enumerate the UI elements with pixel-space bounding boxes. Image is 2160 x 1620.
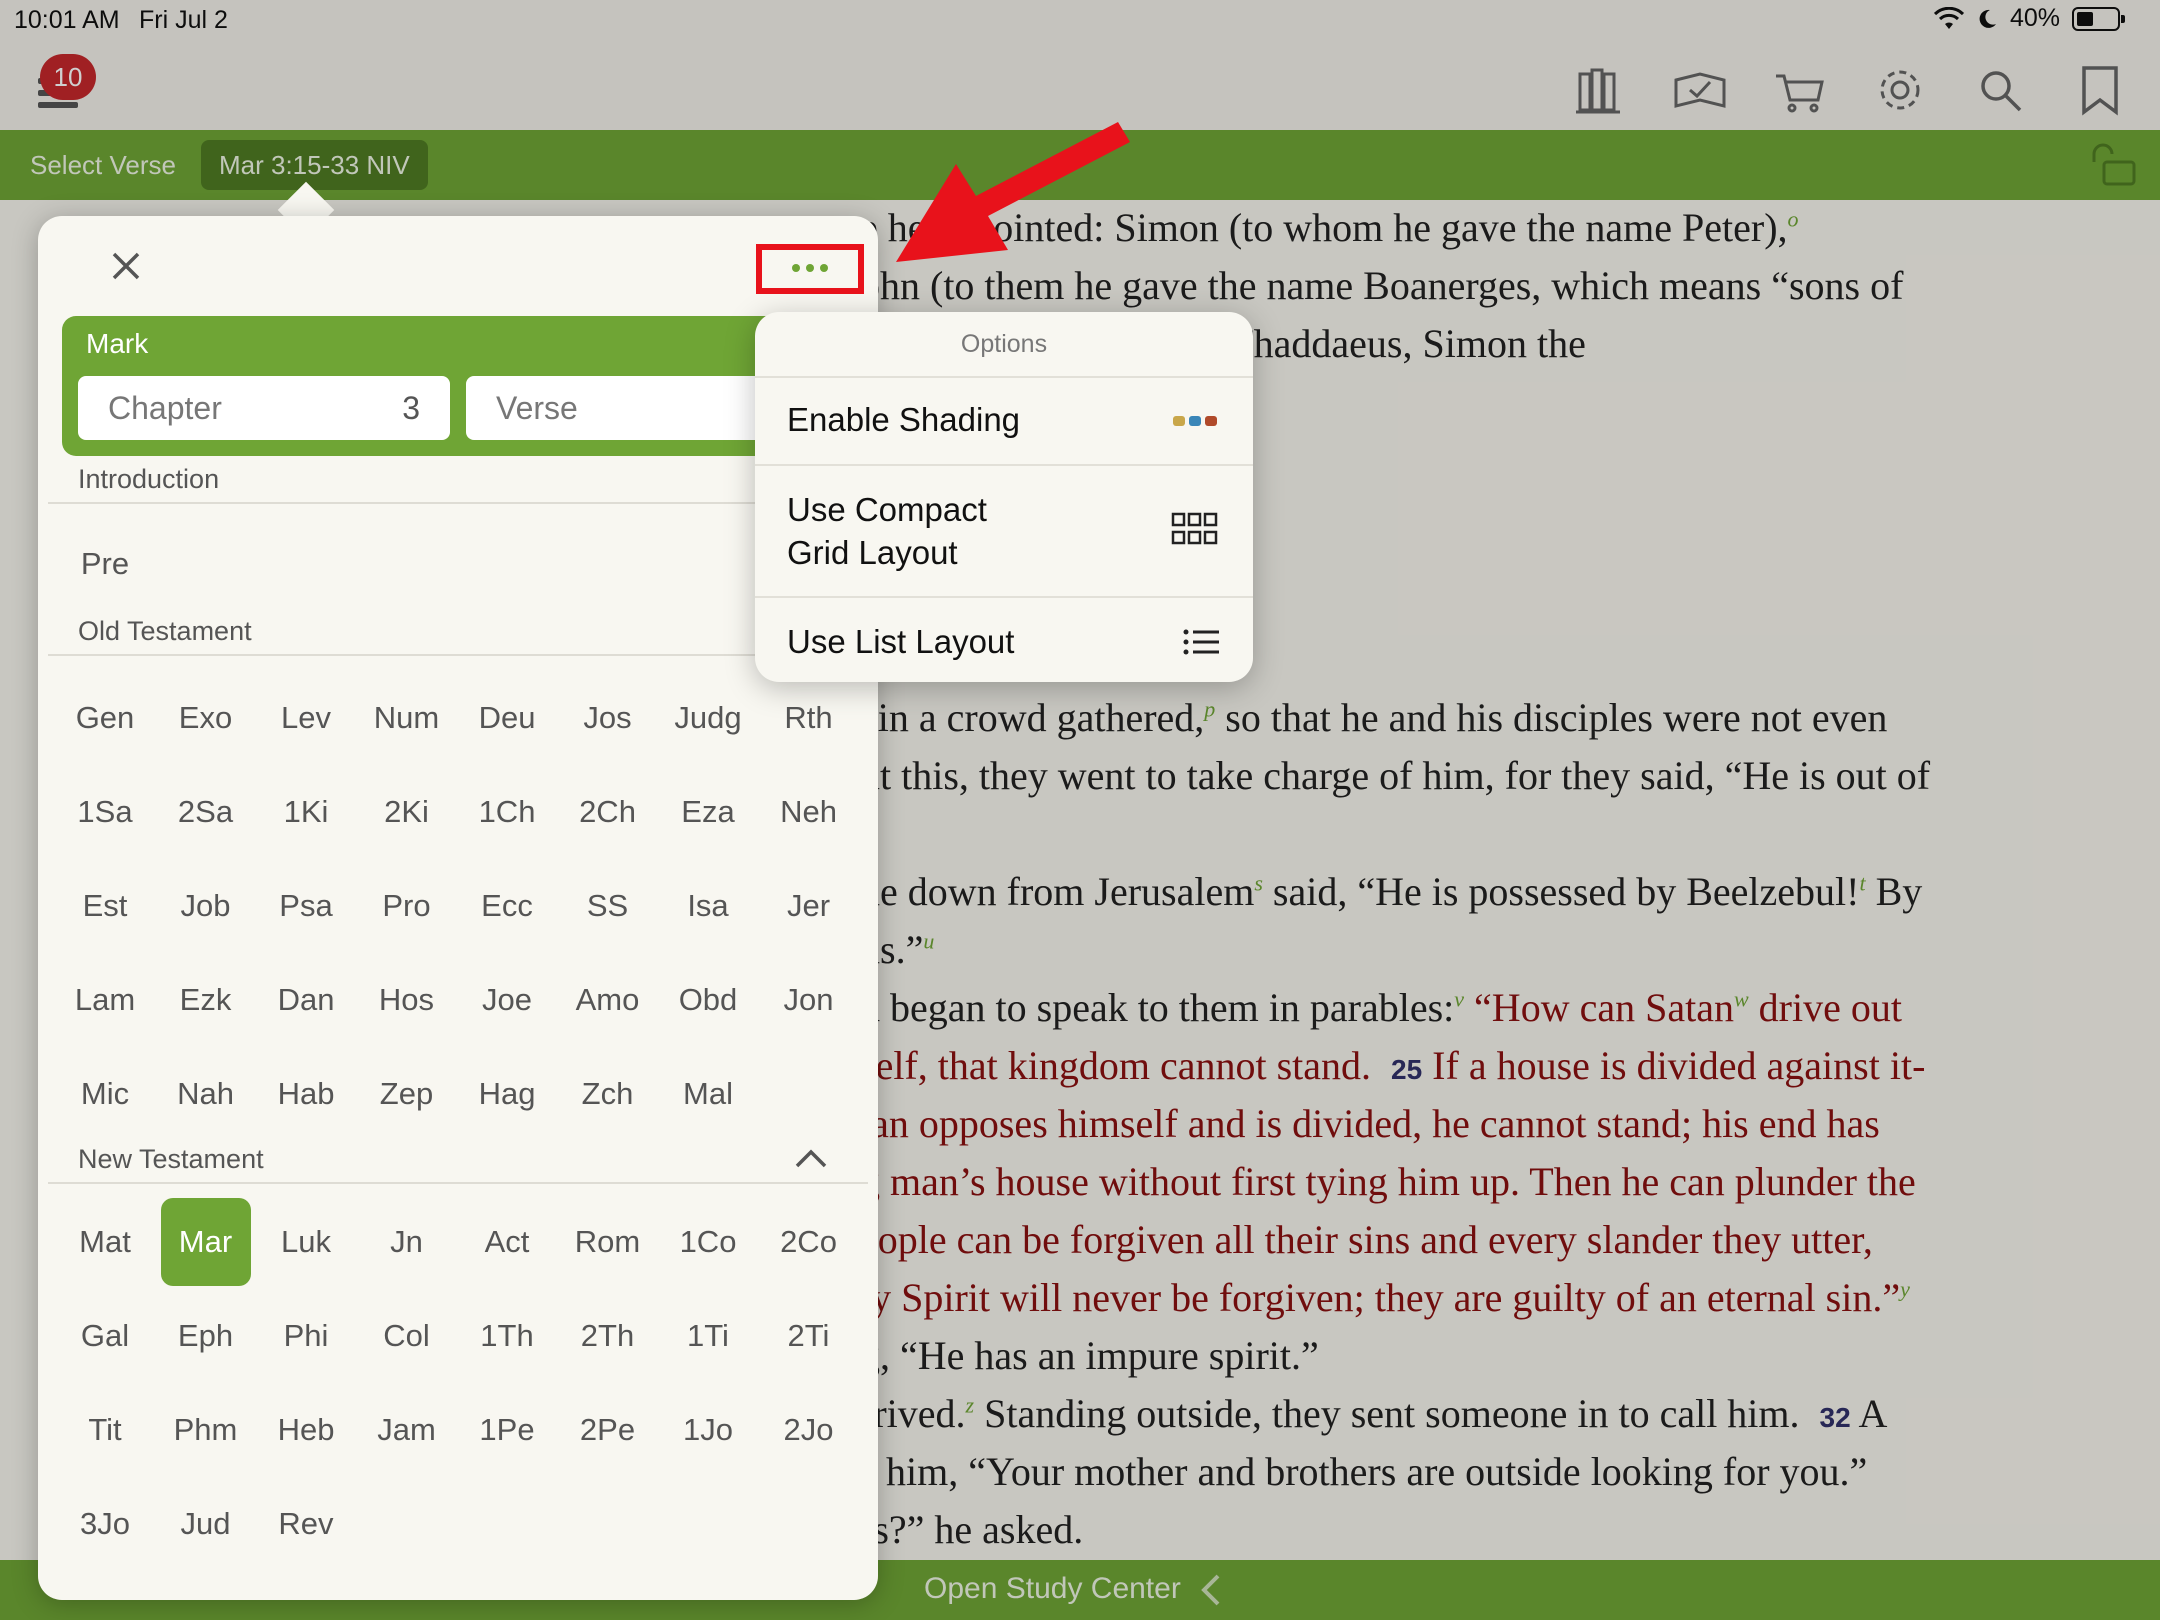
book-mar[interactable]: Mar (160, 1198, 251, 1286)
book-2co[interactable]: 2Co (764, 1198, 854, 1286)
ellipsis-icon (792, 264, 828, 272)
close-icon[interactable] (108, 248, 144, 284)
book-hab[interactable]: Hab (261, 1050, 351, 1138)
option-label: Grid Layout (787, 534, 958, 571)
book-jn[interactable]: Jn (362, 1198, 452, 1286)
book-1th[interactable]: 1Th (462, 1292, 552, 1380)
book-obd[interactable]: Obd (663, 956, 753, 1044)
book-mal[interactable]: Mal (663, 1050, 753, 1138)
book-name: Mark (86, 328, 149, 359)
book-hos[interactable]: Hos (362, 956, 452, 1044)
list-icon (1183, 629, 1219, 655)
red-arrow-icon (896, 122, 1130, 262)
book-deu[interactable]: Deu (462, 674, 552, 762)
book-gal[interactable]: Gal (60, 1292, 150, 1380)
book-judg[interactable]: Judg (663, 674, 753, 762)
verse-label: Verse (496, 390, 578, 426)
list-layout-option[interactable]: Use List Layout (755, 596, 1253, 682)
book-phm[interactable]: Phm (161, 1386, 251, 1474)
compact-grid-option[interactable]: Use Compact Grid Layout (755, 464, 1253, 596)
book-2ch[interactable]: 2Ch (563, 768, 653, 856)
book-eza[interactable]: Eza (663, 768, 753, 856)
book-pre[interactable]: Pre (60, 520, 150, 608)
book-isa[interactable]: Isa (663, 862, 753, 950)
book-2ki[interactable]: 2Ki (362, 768, 452, 856)
book-joe[interactable]: Joe (462, 956, 552, 1044)
book-psa[interactable]: Psa (261, 862, 351, 950)
option-label: Enable Shading (787, 401, 1021, 438)
book-rev[interactable]: Rev (261, 1480, 351, 1568)
book-1pe[interactable]: 1Pe (462, 1386, 552, 1474)
book-zep[interactable]: Zep (362, 1050, 452, 1138)
grid-icon (1171, 512, 1218, 545)
book-neh[interactable]: Neh (764, 768, 854, 856)
book-rth[interactable]: Rth (764, 674, 854, 762)
book-1co[interactable]: 1Co (663, 1198, 753, 1286)
book-1ti[interactable]: 1Ti (663, 1292, 753, 1380)
book-lam[interactable]: Lam (60, 956, 150, 1044)
option-label: Use List Layout (787, 623, 1015, 660)
book-col[interactable]: Col (362, 1292, 452, 1380)
book-hag[interactable]: Hag (462, 1050, 552, 1138)
book-mat[interactable]: Mat (60, 1198, 150, 1286)
book-lev[interactable]: Lev (261, 674, 351, 762)
shading-icon (1173, 416, 1217, 426)
chapter-label: Chapter (108, 390, 222, 426)
chapter-field[interactable]: Chapter 3 (78, 376, 450, 440)
options-title: Options (960, 330, 1048, 358)
book-jos[interactable]: Jos (563, 674, 653, 762)
book-jer[interactable]: Jer (764, 862, 854, 950)
book-ss[interactable]: SS (563, 862, 653, 950)
book-zch[interactable]: Zch (563, 1050, 653, 1138)
book-nah[interactable]: Nah (161, 1050, 251, 1138)
book-dan[interactable]: Dan (261, 956, 351, 1044)
book-eph[interactable]: Eph (161, 1292, 251, 1380)
book-2jo[interactable]: 2Jo (764, 1386, 854, 1474)
book-mic[interactable]: Mic (60, 1050, 150, 1138)
more-options-button[interactable] (756, 244, 864, 294)
book-luk[interactable]: Luk (261, 1198, 351, 1286)
book-num[interactable]: Num (362, 674, 452, 762)
book-2th[interactable]: 2Th (563, 1292, 653, 1380)
chapter-value: 3 (402, 390, 420, 426)
book-2pe[interactable]: 2Pe (563, 1386, 653, 1474)
section-old-testament: Old Testament (78, 616, 252, 646)
book-1ch[interactable]: 1Ch (462, 768, 552, 856)
book-picker-panel: Mark Chapter 3 Verse Introduction Pre Ol… (38, 216, 878, 1600)
book-jon[interactable]: Jon (764, 956, 854, 1044)
book-amo[interactable]: Amo (563, 956, 653, 1044)
book-est[interactable]: Est (60, 862, 150, 950)
book-jud[interactable]: Jud (161, 1480, 251, 1568)
section-introduction: Introduction (78, 464, 220, 494)
book-1sa[interactable]: 1Sa (60, 768, 150, 856)
book-gen[interactable]: Gen (60, 674, 150, 762)
book-heb[interactable]: Heb (261, 1386, 351, 1474)
book-tit[interactable]: Tit (60, 1386, 150, 1474)
section-new-testament: New Testament (78, 1144, 264, 1174)
book-2sa[interactable]: 2Sa (161, 768, 251, 856)
book-2ti[interactable]: 2Ti (764, 1292, 854, 1380)
option-label: Use Compact (787, 491, 987, 528)
book-act[interactable]: Act (462, 1198, 552, 1286)
book-ezk[interactable]: Ezk (161, 956, 251, 1044)
enable-shading-option[interactable]: Enable Shading (755, 376, 1253, 464)
chevron-up-icon[interactable] (793, 1146, 829, 1170)
book-exo[interactable]: Exo (161, 674, 251, 762)
book-3jo[interactable]: 3Jo (60, 1480, 150, 1568)
book-1jo[interactable]: 1Jo (663, 1386, 753, 1474)
book-rom[interactable]: Rom (563, 1198, 653, 1286)
book-pro[interactable]: Pro (362, 862, 452, 950)
book-job[interactable]: Job (161, 862, 251, 950)
book-jam[interactable]: Jam (362, 1386, 452, 1474)
book-ecc[interactable]: Ecc (462, 862, 552, 950)
options-popover: Options Enable Shading Use Compact Grid … (755, 312, 1253, 682)
book-phi[interactable]: Phi (261, 1292, 351, 1380)
book-1ki[interactable]: 1Ki (261, 768, 351, 856)
